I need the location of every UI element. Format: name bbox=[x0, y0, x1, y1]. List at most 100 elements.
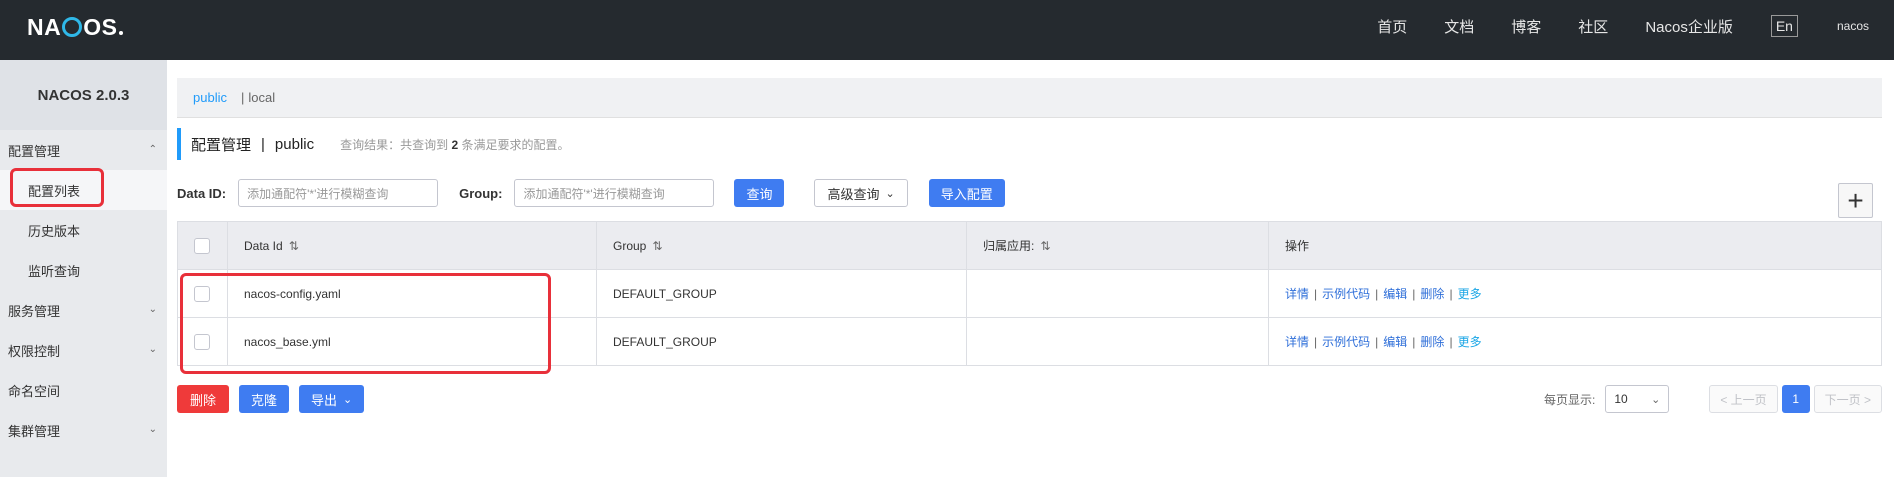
sidebar-item-history[interactable]: 历史版本 bbox=[0, 210, 167, 250]
export-label: 导出 bbox=[311, 392, 338, 408]
op-divider: | bbox=[1412, 287, 1416, 301]
column-label: 操作 bbox=[1285, 239, 1310, 253]
table-header-row: Data Id ⇅ Group ⇅ 归属应用: ⇅ 操作 bbox=[177, 221, 1882, 270]
sidebar-item-label: 服务管理 bbox=[8, 303, 61, 319]
sidebar-item-label: 监听查询 bbox=[28, 263, 81, 279]
filter-bar: Data ID: 添加通配符'*'进行模糊查询 Group: 添加通配符'*'进… bbox=[177, 178, 1005, 208]
plus-icon: + bbox=[1847, 184, 1864, 216]
cell-operations: 详情 | 示例代码 | 编辑 | 删除 | 更多 bbox=[1268, 269, 1882, 318]
sort-icon[interactable]: ⇅ bbox=[1040, 239, 1050, 253]
column-header-app: 归属应用: ⇅ bbox=[966, 221, 1269, 270]
column-header-operations: 操作 bbox=[1268, 221, 1882, 270]
page-title: 配置管理 | public 查询结果：共查询到 2 条满足要求的配置。 bbox=[177, 128, 570, 160]
nav-enterprise[interactable]: Nacos企业版 bbox=[1645, 16, 1733, 37]
op-divider: | bbox=[1375, 335, 1379, 349]
nav-blog[interactable]: 博客 bbox=[1511, 16, 1541, 37]
advanced-query-label: 高级查询 bbox=[827, 186, 880, 202]
cell-app bbox=[966, 317, 1269, 366]
sort-icon[interactable]: ⇅ bbox=[289, 239, 299, 253]
namespace-local[interactable]: local bbox=[248, 90, 275, 105]
page-title-text: 配置管理 bbox=[191, 136, 252, 154]
sidebar-item-access-control[interactable]: 权限控制 ⌄ bbox=[0, 330, 167, 370]
username[interactable]: nacos bbox=[1837, 19, 1869, 33]
column-label: 归属应用: bbox=[983, 239, 1035, 253]
hint-prefix: 查询结果：共查询到 bbox=[340, 137, 449, 152]
add-config-button[interactable]: + bbox=[1838, 183, 1873, 218]
pagination: 每页显示: 10 ⌄ < 上一页 1 下一页 > bbox=[1544, 385, 1882, 413]
op-divider: | bbox=[1314, 335, 1318, 349]
table-row: nacos-config.yaml DEFAULT_GROUP 详情 | 示例代码 |… bbox=[177, 269, 1882, 318]
chevron-down-icon: ⌄ bbox=[343, 393, 353, 406]
nacos-logo[interactable]: NA OS bbox=[27, 12, 124, 42]
sidebar-item-namespace[interactable]: 命名空间 bbox=[0, 370, 167, 410]
page-title-namespace: public bbox=[274, 135, 315, 153]
hint-suffix: 条满足要求的配置。 bbox=[461, 137, 570, 152]
nav-docs[interactable]: 文档 bbox=[1444, 16, 1474, 37]
op-sample-code-link[interactable]: 示例代码 bbox=[1322, 335, 1370, 349]
cell-group: DEFAULT_GROUP bbox=[596, 317, 967, 366]
op-divider: | bbox=[1449, 335, 1453, 349]
version-title: NACOS 2.0.3 bbox=[0, 60, 167, 130]
logo-ring-icon bbox=[62, 17, 83, 37]
op-delete-link[interactable]: 删除 bbox=[1420, 287, 1444, 301]
page-title-separator: | bbox=[261, 135, 265, 153]
clone-button[interactable]: 克隆 bbox=[239, 385, 290, 413]
sidebar-item-label: 历史版本 bbox=[28, 223, 81, 239]
per-page-value: 10 bbox=[1614, 392, 1628, 406]
import-config-button[interactable]: 导入配置 bbox=[928, 179, 1005, 207]
nav-home[interactable]: 首页 bbox=[1377, 16, 1407, 37]
batch-actions: 删除 克隆 导出 ⌄ bbox=[177, 385, 365, 413]
sidebar-item-config-management[interactable]: 配置管理 ⌃ bbox=[0, 130, 167, 170]
top-header: NA OS 首页 文档 博客 社区 Nacos企业版 En nacos bbox=[0, 0, 1894, 60]
chevron-down-icon: ⌄ bbox=[148, 344, 157, 355]
batch-delete-button[interactable]: 删除 bbox=[177, 385, 230, 413]
sidebar-item-label: 命名空间 bbox=[8, 383, 61, 399]
cell-group: DEFAULT_GROUP bbox=[596, 269, 967, 318]
group-input[interactable]: 添加通配符'*'进行模糊查询 bbox=[514, 179, 715, 207]
namespace-separator: | bbox=[240, 90, 245, 105]
sidebar-item-service-management[interactable]: 服务管理 ⌄ bbox=[0, 290, 167, 330]
sidebar-item-label: 权限控制 bbox=[8, 343, 61, 359]
per-page-select[interactable]: 10 ⌄ bbox=[1605, 385, 1670, 413]
nav-community[interactable]: 社区 bbox=[1578, 16, 1608, 37]
op-divider: | bbox=[1449, 287, 1453, 301]
op-more-link[interactable]: 更多 bbox=[1458, 287, 1482, 301]
op-more-link[interactable]: 更多 bbox=[1458, 335, 1482, 349]
row-checkbox[interactable] bbox=[194, 333, 210, 350]
op-divider: | bbox=[1412, 335, 1416, 349]
export-button[interactable]: 导出 ⌄ bbox=[299, 385, 365, 413]
namespace-public[interactable]: public bbox=[193, 90, 227, 105]
op-delete-link[interactable]: 删除 bbox=[1420, 335, 1444, 349]
op-edit-link[interactable]: 编辑 bbox=[1383, 335, 1407, 349]
op-detail-link[interactable]: 详情 bbox=[1285, 287, 1309, 301]
dataid-input[interactable]: 添加通配符'*'进行模糊查询 bbox=[238, 179, 439, 207]
op-detail-link[interactable]: 详情 bbox=[1285, 335, 1309, 349]
top-nav: 首页 文档 博客 社区 Nacos企业版 En nacos bbox=[1340, 0, 1894, 52]
hint-count: 2 bbox=[451, 137, 459, 152]
sidebar-item-label: 配置管理 bbox=[8, 143, 61, 159]
prev-page-button[interactable]: < 上一页 bbox=[1709, 385, 1778, 413]
sidebar-item-listener-query[interactable]: 监听查询 bbox=[0, 250, 167, 290]
logo-dot-icon bbox=[119, 31, 124, 35]
page-number-current[interactable]: 1 bbox=[1781, 385, 1810, 413]
query-button[interactable]: 查询 bbox=[734, 179, 785, 207]
cell-operations: 详情 | 示例代码 | 编辑 | 删除 | 更多 bbox=[1268, 317, 1882, 366]
per-page-label: 每页显示: bbox=[1543, 392, 1596, 407]
sidebar-item-cluster-management[interactable]: 集群管理 ⌄ bbox=[0, 410, 167, 450]
chevron-up-icon: ⌃ bbox=[148, 144, 157, 155]
logo-text-start: NA bbox=[27, 13, 62, 40]
next-page-button[interactable]: 下一页 > bbox=[1813, 385, 1882, 413]
chevron-down-icon: ⌄ bbox=[1651, 393, 1661, 406]
op-edit-link[interactable]: 编辑 bbox=[1383, 287, 1407, 301]
chevron-down-icon: ⌄ bbox=[885, 187, 895, 200]
op-sample-code-link[interactable]: 示例代码 bbox=[1322, 287, 1370, 301]
sort-icon[interactable]: ⇅ bbox=[652, 239, 662, 253]
advanced-query-button[interactable]: 高级查询 ⌄ bbox=[814, 179, 908, 207]
column-header-dataid: Data Id ⇅ bbox=[227, 221, 597, 270]
row-checkbox[interactable] bbox=[194, 285, 210, 302]
select-all-checkbox[interactable] bbox=[194, 237, 210, 254]
language-toggle-button[interactable]: En bbox=[1770, 15, 1798, 37]
sidebar-item-label: 集群管理 bbox=[8, 423, 61, 439]
sidebar-item-config-list[interactable]: 配置列表 bbox=[0, 170, 167, 210]
cell-dataid: nacos_base.yml bbox=[227, 317, 597, 366]
